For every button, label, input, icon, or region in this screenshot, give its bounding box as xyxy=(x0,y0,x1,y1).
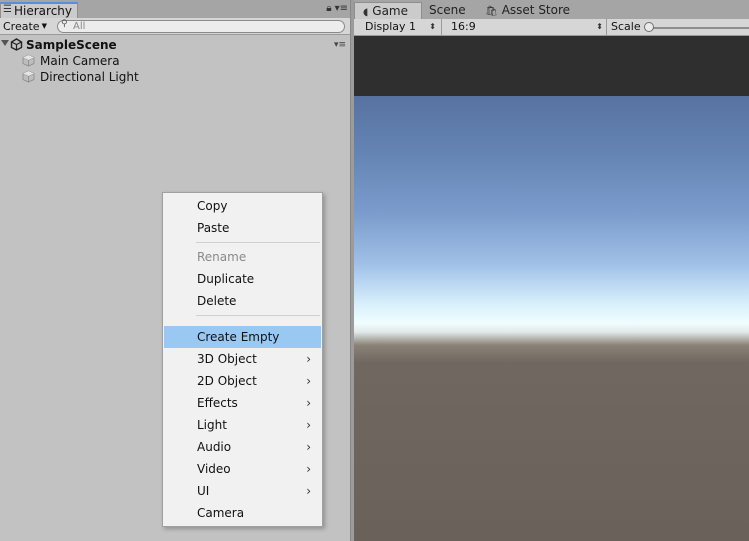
scale-slider-track[interactable] xyxy=(647,27,749,29)
gameobject-cube-icon xyxy=(22,54,35,67)
menu-item-label: 2D Object xyxy=(197,374,257,388)
gameobject-cube-icon xyxy=(22,70,35,83)
hierarchy-item-label: Main Camera xyxy=(40,54,120,68)
menu-item-ui[interactable]: UI › xyxy=(164,480,321,502)
menu-item-effects[interactable]: Effects › xyxy=(164,392,321,414)
hierarchy-toolbar: Create ▼ ⚲ xyxy=(0,18,350,35)
toolbar-divider xyxy=(606,19,607,35)
menu-item-label: 3D Object xyxy=(197,352,257,366)
menu-item-paste[interactable]: Paste xyxy=(164,217,321,239)
foldout-arrow-icon[interactable] xyxy=(1,40,9,46)
menu-item-label: Paste xyxy=(197,221,230,235)
tab-hierarchy-label: Hierarchy xyxy=(14,4,73,18)
unity-logo-icon xyxy=(10,38,23,51)
menu-item-2d-object[interactable]: 2D Object › xyxy=(164,370,321,392)
scene-row[interactable]: SampleScene ▾≡ xyxy=(0,37,350,53)
submenu-arrow-icon: › xyxy=(306,440,311,454)
submenu-arrow-icon: › xyxy=(306,462,311,476)
panel-menu-icon[interactable]: ▾≡ xyxy=(335,3,348,14)
tab-game[interactable]: ◖ Game xyxy=(354,2,422,19)
menu-item-label: Delete xyxy=(197,294,237,308)
tab-game-label: Game xyxy=(372,4,409,18)
menu-separator xyxy=(196,315,320,316)
create-dropdown[interactable]: Create ▼ xyxy=(3,19,47,34)
submenu-arrow-icon: › xyxy=(306,374,311,388)
updown-arrow-icon: ⬍ xyxy=(429,22,436,31)
tab-asset-store-label: Asset Store xyxy=(501,3,571,17)
updown-arrow-icon: ⬍ xyxy=(596,22,603,31)
tab-scene-label: Scene xyxy=(429,3,466,17)
pacman-icon: ◖ xyxy=(363,7,369,18)
hierarchy-tab-strip: ☰ Hierarchy 🔒︎ ▾≡ xyxy=(0,0,350,18)
menu-item-rename: Rename xyxy=(164,246,321,268)
menu-item-label: Duplicate xyxy=(197,272,255,286)
game-toolbar: Display 1 ⬍ 16:9 ⬍ Scale xyxy=(354,19,749,36)
menu-item-label: Copy xyxy=(197,199,228,213)
skybox-render xyxy=(354,96,749,541)
menu-item-light[interactable]: Light › xyxy=(164,414,321,436)
scale-label: Scale xyxy=(611,20,641,33)
hierarchy-item-main-camera[interactable]: Main Camera xyxy=(22,53,322,69)
display-value: Display 1 xyxy=(365,20,417,33)
menu-item-label: Camera xyxy=(197,506,245,520)
scene-menu-icon[interactable]: ▾≡ xyxy=(334,37,346,53)
context-menu: Copy Paste Rename Duplicate Delete Creat… xyxy=(162,192,323,527)
menu-item-label: Create Empty xyxy=(197,330,280,344)
aspect-dropdown[interactable]: 16:9 ⬍ xyxy=(445,20,605,34)
hierarchy-item-directional-light[interactable]: Directional Light xyxy=(22,69,322,85)
tab-hierarchy[interactable]: ☰ Hierarchy xyxy=(0,2,78,18)
display-dropdown[interactable]: Display 1 ⬍ xyxy=(358,20,438,34)
toolbar-divider xyxy=(441,19,442,35)
scale-slider-handle[interactable] xyxy=(644,22,654,32)
menu-item-delete[interactable]: Delete xyxy=(164,290,321,312)
menu-item-camera[interactable]: Camera xyxy=(164,502,321,524)
menu-item-audio[interactable]: Audio › xyxy=(164,436,321,458)
menu-item-label: Effects xyxy=(197,396,238,410)
search-input[interactable] xyxy=(73,20,333,32)
game-viewport[interactable] xyxy=(354,36,749,541)
submenu-arrow-icon: › xyxy=(306,396,311,410)
list-icon: ☰ xyxy=(3,4,12,15)
search-icon: ⚲ xyxy=(61,19,68,29)
search-field[interactable]: ⚲ xyxy=(57,19,345,33)
menu-item-label: UI xyxy=(197,484,210,498)
tab-scene[interactable]: Scene xyxy=(429,2,466,19)
menu-item-label: Audio xyxy=(197,440,232,454)
dropdown-arrow-icon: ▼ xyxy=(41,22,47,30)
game-tab-strip: ◖ Game Scene 🛍︎ Asset Store xyxy=(354,0,749,19)
submenu-arrow-icon: › xyxy=(306,418,311,432)
tab-asset-store[interactable]: 🛍︎ Asset Store xyxy=(485,2,570,19)
menu-item-create-empty[interactable]: Create Empty xyxy=(164,326,321,348)
hierarchy-item-label: Directional Light xyxy=(40,70,139,84)
menu-item-label: Rename xyxy=(197,250,247,264)
menu-item-copy[interactable]: Copy xyxy=(164,195,321,217)
menu-item-duplicate[interactable]: Duplicate xyxy=(164,268,321,290)
submenu-arrow-icon: › xyxy=(306,484,311,498)
menu-item-label: Video xyxy=(197,462,231,476)
aspect-value: 16:9 xyxy=(451,20,476,33)
game-panel: ◖ Game Scene 🛍︎ Asset Store Display 1 ⬍ 16… xyxy=(354,0,749,541)
create-label: Create xyxy=(3,20,40,33)
bag-icon: 🛍︎ xyxy=(485,6,498,17)
menu-separator xyxy=(196,242,320,243)
submenu-arrow-icon: › xyxy=(306,352,311,366)
menu-item-3d-object[interactable]: 3D Object › xyxy=(164,348,321,370)
lock-icon[interactable]: 🔒︎ xyxy=(326,3,331,14)
menu-item-video[interactable]: Video › xyxy=(164,458,321,480)
tab-controls: 🔒︎ ▾≡ xyxy=(323,3,348,15)
scene-name: SampleScene xyxy=(26,38,117,52)
menu-item-label: Light xyxy=(197,418,227,432)
